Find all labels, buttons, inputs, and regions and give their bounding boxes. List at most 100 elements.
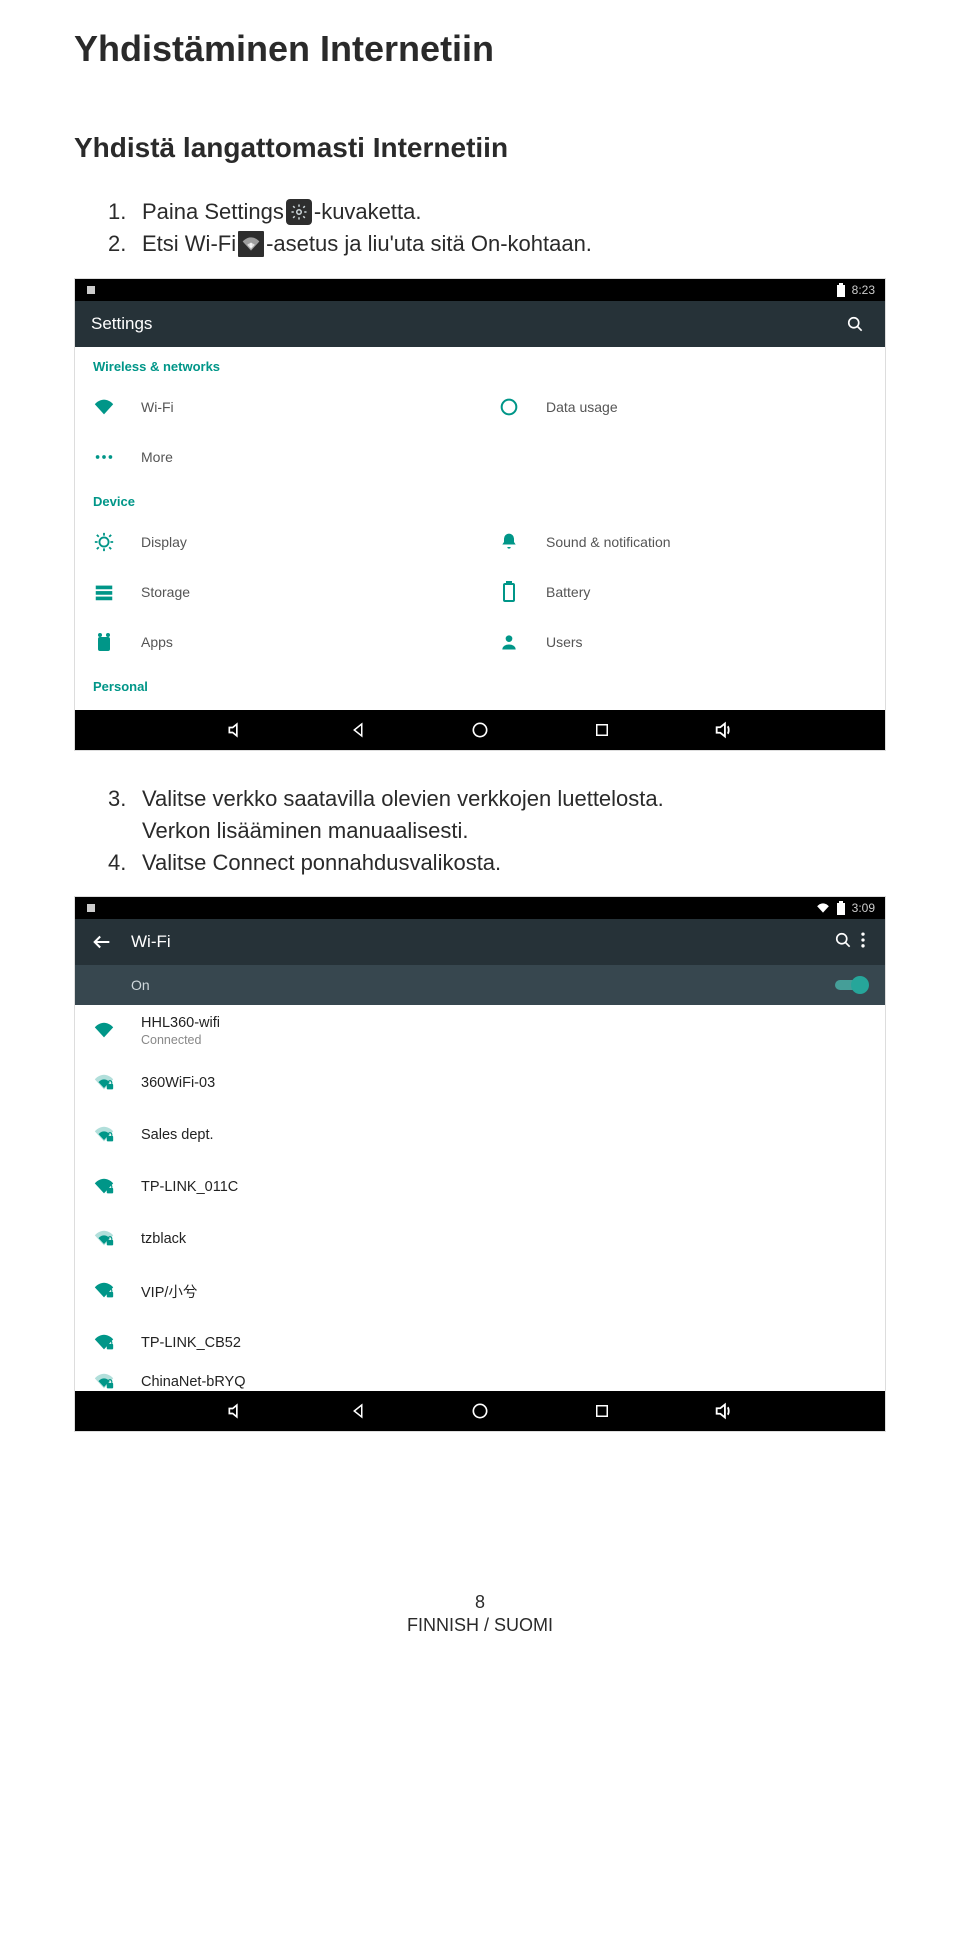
step-2-text-b: -asetus ja liu'uta sitä On-kohtaan. (266, 228, 592, 260)
recents-icon[interactable] (591, 719, 613, 741)
page-number: 8 (74, 1592, 886, 1613)
settings-item-battery[interactable]: Battery (480, 567, 885, 617)
section-device: Device (75, 482, 885, 517)
wifi-signal-icon (93, 1072, 115, 1094)
recents-icon[interactable] (591, 1400, 613, 1422)
step-4-text: Valitse Connect ponnahdusvalikosta. (142, 847, 501, 879)
wifi-toggle[interactable] (835, 976, 869, 994)
overflow-menu-icon[interactable] (853, 930, 873, 955)
wifi-icon (93, 396, 115, 418)
wifi-signal-icon (93, 1371, 115, 1391)
wifi-network-row[interactable]: TP-LINK_011C (75, 1161, 885, 1213)
screenshot-settings: 8:23 Settings Wireless & networks Wi-Fi (74, 278, 886, 751)
wifi-network-status: Connected (141, 1033, 867, 1047)
settings-item-sound[interactable]: Sound & notification (480, 517, 885, 567)
step-1-text-b: -kuvaketta. (314, 196, 422, 228)
display-icon (93, 531, 115, 553)
wifi-network-name: tzblack (141, 1231, 867, 1247)
page-title: Yhdistäminen Internetiin (74, 28, 886, 70)
step-list-1: 1. Paina Settings -kuvaketta. 2. Etsi Wi… (108, 196, 886, 260)
volume-up-icon[interactable] (713, 719, 735, 741)
wifi-signal-icon (93, 1124, 115, 1146)
volume-down-icon[interactable] (225, 1400, 247, 1422)
footer-language: FINNISH / SUOMI (74, 1615, 886, 1636)
wifi-icon (238, 231, 264, 257)
wifi-network-row[interactable]: 360WiFi-03 (75, 1057, 885, 1109)
step-list-2: 3. Valitse verkko saatavilla olevien ver… (108, 783, 886, 879)
step-2-text-a: Etsi Wi-Fi (142, 228, 236, 260)
back-icon[interactable] (347, 719, 369, 741)
step-2-number: 2. (108, 228, 142, 260)
wifi-status-icon (816, 902, 830, 914)
wifi-network-name: TP-LINK_CB52 (141, 1335, 867, 1351)
notification-icon (85, 284, 97, 296)
settings-title: Settings (91, 314, 152, 334)
data-usage-icon (498, 396, 520, 418)
wifi-titlebar: Wi-Fi (75, 919, 885, 965)
wifi-network-row[interactable]: VIP/小兮 (75, 1265, 885, 1317)
settings-titlebar: Settings (75, 301, 885, 347)
settings-item-apps[interactable]: Apps (75, 617, 480, 667)
status-bar: 8:23 (75, 279, 885, 301)
wifi-network-name: HHL360-wifi (141, 1015, 867, 1031)
home-icon[interactable] (469, 719, 491, 741)
screenshot-wifi: 3:09 Wi-Fi On HHL360-wifi Connected 360WiF… (74, 896, 886, 1432)
step-3b-text: Verkon lisääminen manuaalisesti. (142, 815, 469, 847)
settings-item-label: More (141, 449, 173, 465)
wifi-network-name: Sales dept. (141, 1127, 867, 1143)
settings-item-data-usage[interactable]: Data usage (480, 382, 885, 432)
settings-item-label: Display (141, 534, 187, 550)
status-clock: 8:23 (852, 283, 875, 297)
wifi-network-row[interactable]: Sales dept. (75, 1109, 885, 1161)
home-icon[interactable] (469, 1400, 491, 1422)
settings-item-more[interactable]: More (75, 432, 885, 482)
bell-icon (498, 531, 520, 553)
apps-icon (93, 631, 115, 653)
wifi-signal-icon (93, 1176, 115, 1198)
nav-bar (75, 1391, 885, 1431)
battery-icon (836, 901, 846, 915)
storage-icon (93, 581, 115, 603)
settings-item-label: Apps (141, 634, 173, 650)
wifi-network-list: HHL360-wifi Connected 360WiFi-03 Sales dept… (75, 1005, 885, 1391)
wifi-network-row[interactable]: ChinaNet-bRYQ (75, 1369, 885, 1391)
step-1-text-a: Paina Settings (142, 196, 284, 228)
wifi-signal-icon (93, 1332, 115, 1354)
wifi-title: Wi-Fi (131, 932, 171, 952)
wifi-network-name: TP-LINK_011C (141, 1179, 867, 1195)
settings-item-label: Battery (546, 584, 590, 600)
battery-icon (498, 581, 520, 603)
settings-item-label: Sound & notification (546, 534, 671, 550)
wifi-network-row[interactable]: TP-LINK_CB52 (75, 1317, 885, 1369)
step-3-number: 3. (108, 783, 142, 815)
more-icon (93, 446, 115, 468)
back-icon[interactable] (347, 1400, 369, 1422)
step-1-number: 1. (108, 196, 142, 228)
settings-item-storage[interactable]: Storage (75, 567, 480, 617)
step-4-number: 4. (108, 847, 142, 879)
settings-item-wifi[interactable]: Wi-Fi (75, 382, 480, 432)
page-footer: 8 FINNISH / SUOMI (74, 1592, 886, 1636)
volume-down-icon[interactable] (225, 719, 247, 741)
wifi-signal-icon (93, 1228, 115, 1250)
notification-icon (85, 902, 97, 914)
wifi-network-name: 360WiFi-03 (141, 1075, 867, 1091)
settings-item-users[interactable]: Users (480, 617, 885, 667)
user-icon (498, 631, 520, 653)
status-clock: 3:09 (852, 901, 875, 915)
wifi-network-row[interactable]: HHL360-wifi Connected (75, 1005, 885, 1057)
wifi-network-name: ChinaNet-bRYQ (141, 1374, 867, 1390)
search-icon[interactable] (833, 930, 853, 955)
settings-item-display[interactable]: Display (75, 517, 480, 567)
settings-item-label: Data usage (546, 399, 618, 415)
status-bar: 3:09 (75, 897, 885, 919)
battery-icon (836, 283, 846, 297)
search-icon[interactable] (841, 310, 869, 338)
wifi-on-row: On (75, 965, 885, 1005)
wifi-on-label: On (131, 977, 150, 993)
settings-item-label: Wi-Fi (141, 399, 174, 415)
nav-bar (75, 710, 885, 750)
wifi-network-row[interactable]: tzblack (75, 1213, 885, 1265)
volume-up-icon[interactable] (713, 1400, 735, 1422)
back-arrow-icon[interactable] (87, 927, 117, 957)
